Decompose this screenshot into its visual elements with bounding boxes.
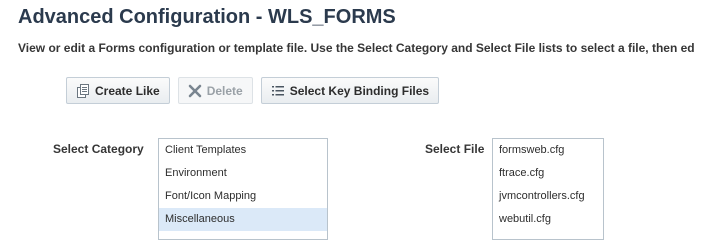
select-category-listbox[interactable]: Client Templates Environment Font/Icon M…: [158, 138, 328, 240]
category-option-selected[interactable]: Miscellaneous: [159, 208, 327, 231]
delete-button[interactable]: Delete: [177, 77, 253, 104]
copy-document-icon: [76, 83, 90, 98]
select-file-listbox[interactable]: formsweb.cfg ftrace.cfg jvmcontrollers.c…: [492, 138, 604, 240]
advanced-configuration-page: Advanced Configuration - WLS_FORMS View …: [0, 0, 720, 245]
delete-x-icon: [188, 84, 202, 98]
create-like-button[interactable]: Create Like: [66, 77, 170, 104]
category-option[interactable]: Client Templates: [159, 139, 327, 162]
create-like-label: Create Like: [95, 83, 160, 98]
toolbar: Create Like Delete Select Key Binding Fi…: [66, 77, 440, 104]
page-description: View or edit a Forms configuration or te…: [18, 41, 695, 55]
category-option[interactable]: Font/Icon Mapping: [159, 185, 327, 208]
file-option[interactable]: formsweb.cfg: [493, 139, 603, 162]
delete-label: Delete: [206, 83, 243, 98]
file-option[interactable]: ftrace.cfg: [493, 162, 603, 185]
file-option[interactable]: jvmcontrollers.cfg: [493, 185, 603, 208]
file-option[interactable]: webutil.cfg: [493, 208, 603, 231]
select-key-binding-files-label: Select Key Binding Files: [289, 83, 430, 98]
select-file-label: Select File: [425, 142, 485, 156]
select-category-label: Select Category: [53, 142, 144, 156]
list-icon: [271, 84, 285, 98]
category-option[interactable]: Environment: [159, 162, 327, 185]
page-title: Advanced Configuration - WLS_FORMS: [18, 6, 396, 28]
select-key-binding-files-button[interactable]: Select Key Binding Files: [260, 77, 440, 104]
